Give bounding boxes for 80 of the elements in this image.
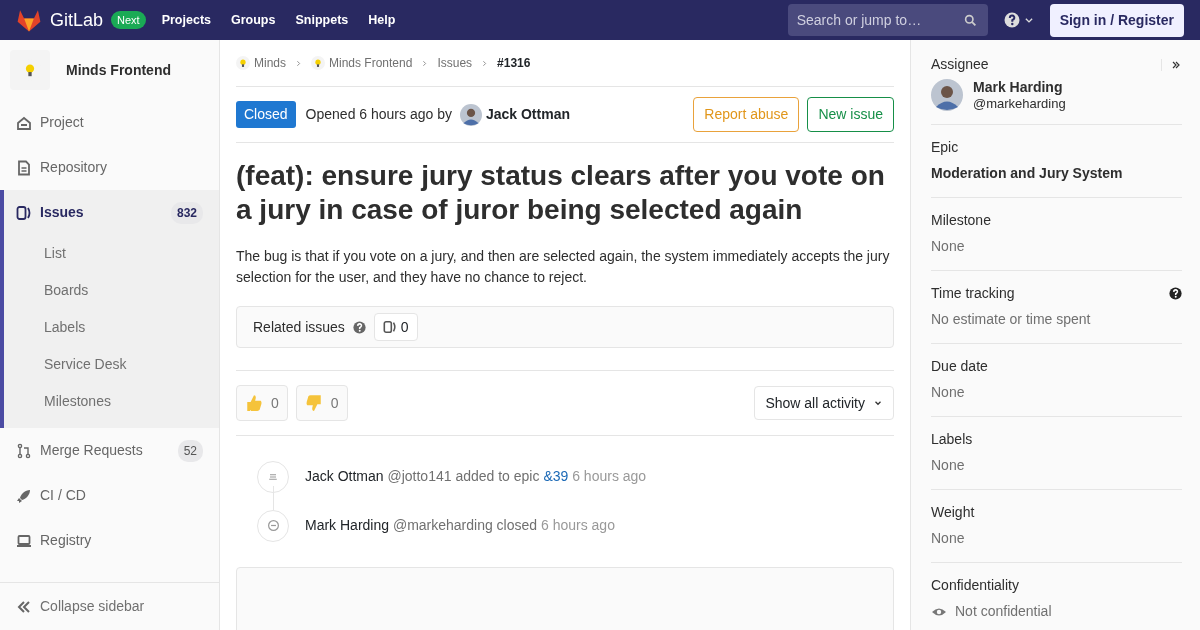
count-badge: 52 bbox=[177, 439, 203, 462]
activity-note: Jack Ottman @jotto141 added to epic &39 6 hours ago bbox=[305, 467, 647, 487]
new-issue-button[interactable]: New issue bbox=[807, 97, 894, 132]
avatar-icon bbox=[931, 79, 963, 112]
breadcrumb-link[interactable]: Minds Frontend bbox=[311, 54, 413, 72]
issue-description: The bug is that if you vote on a jury, and then are selected again, the system immediately accepts the jury selection for the user, and they have no chance to reject. bbox=[236, 247, 891, 288]
section-label: Epic bbox=[931, 138, 959, 158]
breadcrumb-link[interactable]: Minds bbox=[236, 54, 286, 72]
section-label: Weight bbox=[931, 503, 975, 523]
section-label: Milestone bbox=[931, 211, 991, 231]
help-icon bbox=[1003, 12, 1020, 28]
section-label: Confidentiality bbox=[931, 576, 1019, 596]
collapse-button[interactable] bbox=[1161, 58, 1182, 71]
merge-request-icon bbox=[16, 442, 32, 459]
opened-text: Opened 6 hours ago by bbox=[305, 105, 452, 124]
next-badge: Next bbox=[111, 10, 146, 30]
sidebar-item[interactable]: Registry bbox=[0, 518, 219, 563]
nav-link[interactable]: Groups bbox=[231, 10, 276, 30]
section-value: None bbox=[931, 529, 966, 549]
reaction-button[interactable]: 0 bbox=[236, 385, 288, 422]
lightbulb-icon bbox=[236, 56, 250, 70]
avatar-icon bbox=[459, 103, 482, 126]
minus-circle-icon bbox=[266, 519, 280, 533]
sidebar-subitem[interactable]: Milestones bbox=[4, 383, 219, 420]
section-value: None bbox=[931, 383, 966, 403]
assignee-handle: @markeharding bbox=[973, 95, 1066, 112]
section-label: Labels bbox=[931, 430, 973, 450]
epic-link[interactable]: &39 bbox=[543, 468, 569, 485]
chevron-icon bbox=[480, 58, 490, 68]
sidebar-subitem[interactable]: Boards bbox=[4, 272, 219, 309]
nav-link[interactable]: Projects bbox=[161, 10, 211, 30]
related-issues-label: Related issues bbox=[253, 317, 345, 337]
nav-link[interactable]: Snippets bbox=[295, 10, 349, 30]
breadcrumb-link[interactable]: #1316 bbox=[497, 54, 531, 72]
reaction-button[interactable]: 0 bbox=[295, 385, 348, 422]
section-value: None bbox=[931, 456, 966, 476]
thumbs-up-icon bbox=[245, 394, 263, 413]
count-badge: 832 bbox=[170, 201, 203, 224]
project-name: Minds Frontend bbox=[66, 60, 171, 80]
section-value: No estimate or time spent bbox=[931, 310, 1092, 330]
related-count-button[interactable]: 0 bbox=[373, 313, 418, 342]
document-icon bbox=[16, 159, 32, 176]
chevron-icon bbox=[420, 58, 430, 68]
sidebar-item[interactable]: Project bbox=[0, 100, 219, 145]
status-badge: Closed bbox=[236, 101, 296, 128]
search-field[interactable]: Search or jump to… bbox=[787, 4, 988, 36]
activity-note: Mark Harding @markeharding closed 6 hours ago bbox=[305, 516, 615, 536]
thumbs-down-icon bbox=[304, 394, 323, 413]
search-icon bbox=[963, 14, 977, 27]
activity-filter-dropdown[interactable]: Show all activity bbox=[754, 386, 894, 421]
laptop-icon bbox=[16, 532, 32, 549]
chevron-icon bbox=[294, 58, 303, 68]
caret-icon bbox=[1023, 15, 1034, 25]
section-value: None bbox=[931, 237, 966, 257]
help-icon bbox=[352, 320, 366, 334]
double-chevron-icon bbox=[16, 598, 32, 615]
sign-in-button[interactable]: Sign in / Register bbox=[1049, 3, 1184, 37]
brand-name: GitLab bbox=[50, 8, 104, 32]
section-label: Due date bbox=[931, 357, 988, 377]
section-label: Time tracking bbox=[931, 284, 1015, 304]
sidebar-subitem[interactable]: Service Desk bbox=[4, 346, 219, 383]
breadcrumb-link[interactable]: Issues bbox=[437, 54, 473, 72]
sidebar-subitem[interactable]: List bbox=[4, 235, 219, 272]
issues-icon bbox=[382, 320, 397, 335]
home-icon bbox=[16, 114, 32, 131]
rocket-icon bbox=[16, 487, 32, 504]
issues-icon bbox=[16, 204, 32, 221]
section-value: Not confidential bbox=[955, 602, 1052, 622]
nav-link[interactable]: Help bbox=[368, 10, 396, 30]
help-menu[interactable] bbox=[1003, 12, 1034, 28]
issue-title: (feat): ensure jury status clears after you vote on a jury in case of juror being selected again bbox=[236, 159, 886, 227]
assignee-name: Mark Harding bbox=[973, 79, 1064, 96]
author-link[interactable]: Jack Ottman bbox=[459, 103, 570, 126]
lightbulb-icon bbox=[311, 56, 325, 70]
section-label: Assignee bbox=[931, 55, 989, 74]
epic-value: Moderation and Jury System bbox=[931, 164, 1124, 184]
sidebar-subitem[interactable]: Labels bbox=[4, 309, 219, 346]
sidebar-item[interactable]: CI / CD bbox=[0, 473, 219, 518]
sidebar-item[interactable]: Repository bbox=[0, 145, 219, 190]
sidebar-item[interactable]: Merge Requests 52 bbox=[0, 428, 219, 473]
